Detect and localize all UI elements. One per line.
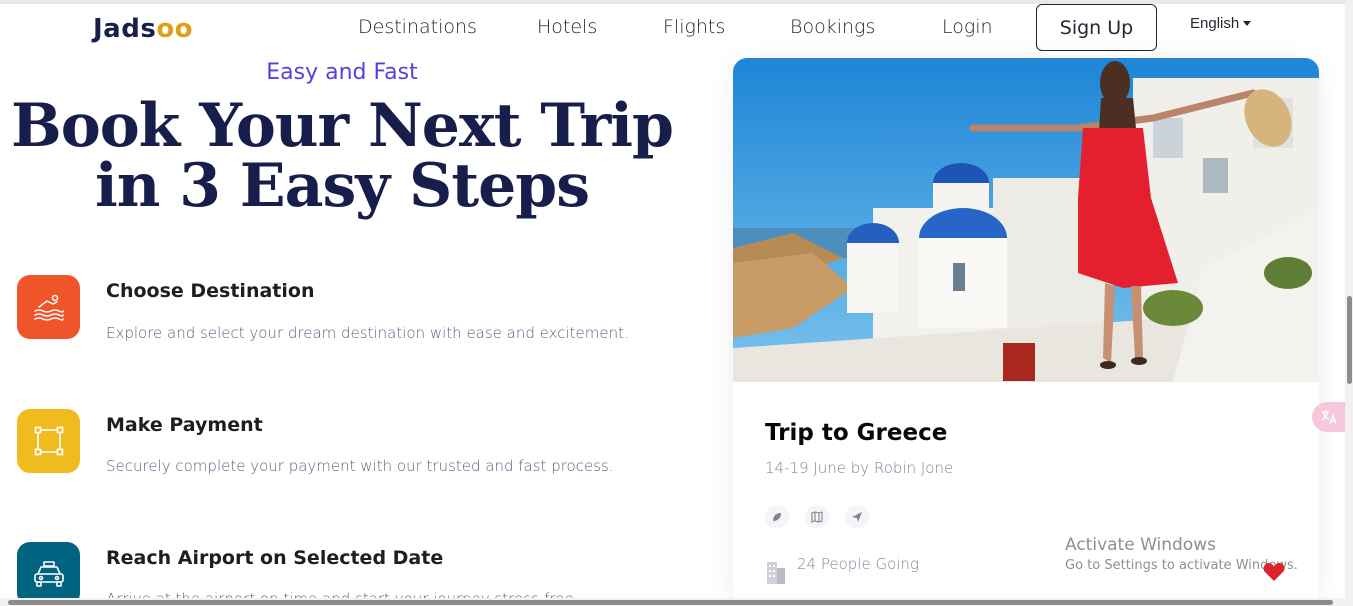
- nav-login[interactable]: Login: [942, 16, 993, 38]
- people-going: 24 People Going: [797, 555, 919, 573]
- nav-bookings[interactable]: Bookings: [790, 16, 875, 38]
- payment-icon: [17, 409, 80, 473]
- map-icon[interactable]: [805, 505, 829, 529]
- nav-flights[interactable]: Flights: [663, 16, 725, 38]
- hero-headline: Book Your Next Trip in 3 Easy Steps: [0, 96, 684, 216]
- building-icon: [765, 558, 787, 589]
- step-title: Choose Destination: [106, 280, 315, 302]
- logo[interactable]: Jadsoo: [93, 14, 193, 44]
- watermark-title: Activate Windows: [1065, 535, 1216, 555]
- step-description: Securely complete your payment with our …: [106, 457, 614, 475]
- language-select[interactable]: English: [1190, 15, 1252, 32]
- headline-line-2: in 3 Easy Steps: [94, 151, 590, 221]
- headline-line-1: Book Your Next Trip: [10, 91, 674, 161]
- greece-photo: [733, 58, 1319, 382]
- destination-icon: [17, 275, 80, 339]
- hero-subtitle: Easy and Fast: [266, 60, 418, 85]
- step-title: Reach Airport on Selected Date: [106, 547, 444, 569]
- send-icon[interactable]: [845, 505, 869, 529]
- vertical-scrollbar[interactable]: [1347, 296, 1352, 384]
- signup-button[interactable]: Sign Up: [1036, 4, 1157, 51]
- leaf-icon[interactable]: [765, 505, 789, 529]
- step-description: Explore and select your dream destinatio…: [106, 324, 629, 342]
- horizontal-scrollbar[interactable]: [8, 600, 1333, 605]
- trip-subtitle: 14-19 June by Robin Jone: [765, 459, 954, 477]
- language-label: English: [1190, 15, 1240, 32]
- taxi-icon: [17, 542, 80, 606]
- nav-hotels[interactable]: Hotels: [537, 16, 597, 38]
- nav-destinations[interactable]: Destinations: [358, 16, 477, 38]
- step-title: Make Payment: [106, 414, 263, 436]
- trip-title: Trip to Greece: [765, 420, 948, 446]
- trip-card[interactable]: Trip to Greece 14-19 June by Robin Jone …: [733, 58, 1319, 606]
- heart-icon[interactable]: [1263, 562, 1285, 587]
- translate-icon[interactable]: [1312, 402, 1346, 432]
- chevron-down-icon: [1243, 21, 1252, 26]
